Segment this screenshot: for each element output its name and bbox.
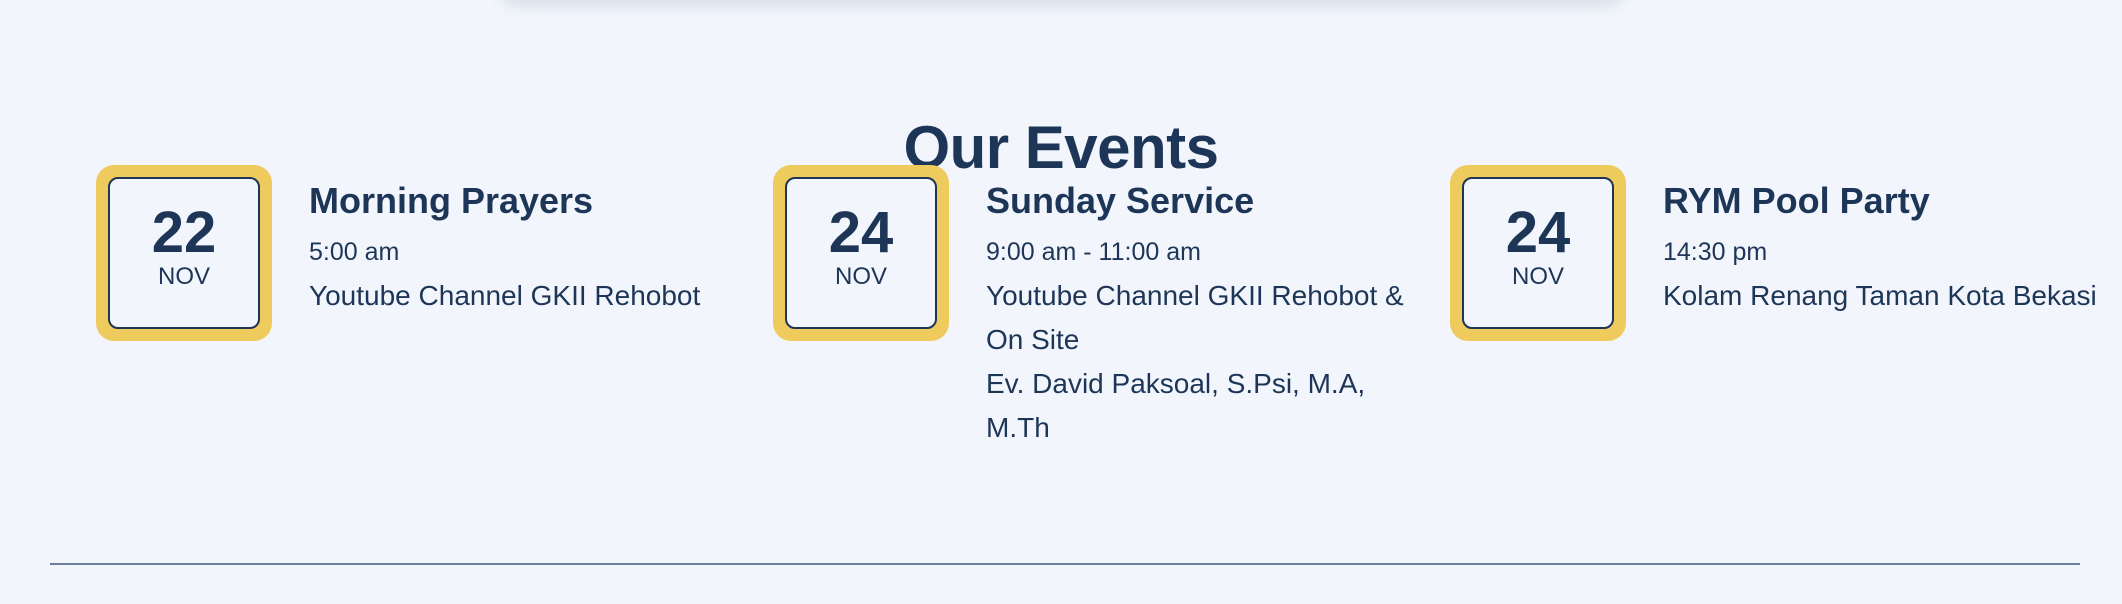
event-name[interactable]: RYM Pool Party [1663,179,2097,223]
event-time: 9:00 am - 11:00 am [986,238,1201,266]
event-info: Sunday Service 9:00 am - 11:00 am Youtub… [986,179,1406,450]
event-month: NOV [157,263,210,290]
event-location: Youtube Channel GKII Rehobot & On Site [986,280,1404,355]
date-badge-inner: 22 NOV [108,177,260,329]
date-badge: 24 NOV [773,165,949,341]
event-day: 24 [1505,200,1571,265]
event-day: 22 [151,200,217,265]
event-speaker: Ev. David Paksoal, S.Psi, M.A, M.Th [986,368,1366,443]
section-divider [50,563,2080,565]
event-info: RYM Pool Party 14:30 pm Kolam Renang Tam… [1663,179,2097,318]
event-month: NOV [1511,263,1564,290]
section-title: Our Events [903,113,1219,181]
event-month: NOV [834,263,887,290]
event-name[interactable]: Sunday Service [986,179,1406,223]
date-badge: 22 NOV [96,165,272,341]
event-time: 14:30 pm [1663,238,1768,266]
event-info: Morning Prayers 5:00 am Youtube Channel … [309,179,700,318]
date-badge-inner: 24 NOV [785,177,937,329]
date-badge-inner: 24 NOV [1462,177,1614,329]
event-location: Youtube Channel GKII Rehobot [309,280,701,311]
event-time: 5:00 am [309,238,400,266]
event-name[interactable]: Morning Prayers [309,179,700,223]
date-badge: 24 NOV [1450,165,1626,341]
event-day: 24 [828,200,894,265]
event-location: Kolam Renang Taman Kota Bekasi [1663,280,2097,311]
